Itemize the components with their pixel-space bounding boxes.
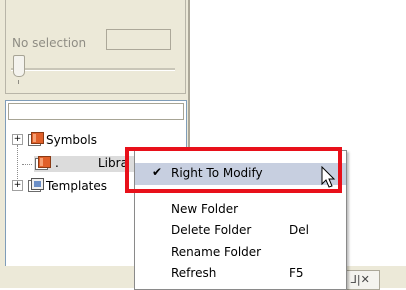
menu-item-shortcut: F5	[289, 266, 304, 280]
menu-item-label: Rename Folder	[171, 245, 262, 259]
slider-track	[11, 68, 175, 71]
symbols-folder-icon	[28, 132, 44, 146]
tree-item-library-label: Libra	[98, 156, 128, 170]
menu-item-rename-folder[interactable]: Rename Folder	[135, 242, 346, 264]
slider-thumb[interactable]	[13, 55, 25, 77]
templates-folder-icon	[28, 178, 44, 192]
menu-item-label: Delete Folder	[171, 223, 252, 237]
mouse-pointer-icon	[321, 166, 336, 188]
highlight-box	[125, 147, 342, 193]
tree-connector-vertical	[17, 145, 18, 185]
menu-item-label: New Folder	[171, 202, 239, 216]
tree-filter-input[interactable]	[8, 103, 184, 120]
expand-symbols-toggle[interactable]: +	[12, 134, 23, 145]
menu-item-delete-folder[interactable]: Delete Folder Del	[135, 220, 346, 242]
tree-connector-horizontal	[22, 164, 32, 165]
slider-tick	[18, 80, 19, 84]
menu-item-label: Refresh	[171, 266, 217, 280]
selection-field[interactable]	[106, 29, 171, 50]
menu-item-refresh[interactable]: Refresh F5	[135, 263, 346, 285]
menu-item-new-folder[interactable]: New Folder	[135, 199, 346, 221]
tree-item-symbols[interactable]: Symbols	[46, 133, 97, 147]
expand-templates-toggle[interactable]: +	[12, 180, 23, 191]
tree-item-library-dot: .	[55, 156, 59, 170]
tree-item-templates[interactable]: Templates	[46, 179, 107, 193]
library-folder-icon	[35, 156, 51, 170]
menu-item-shortcut: Del	[289, 223, 309, 237]
selection-label: No selection	[12, 36, 87, 50]
